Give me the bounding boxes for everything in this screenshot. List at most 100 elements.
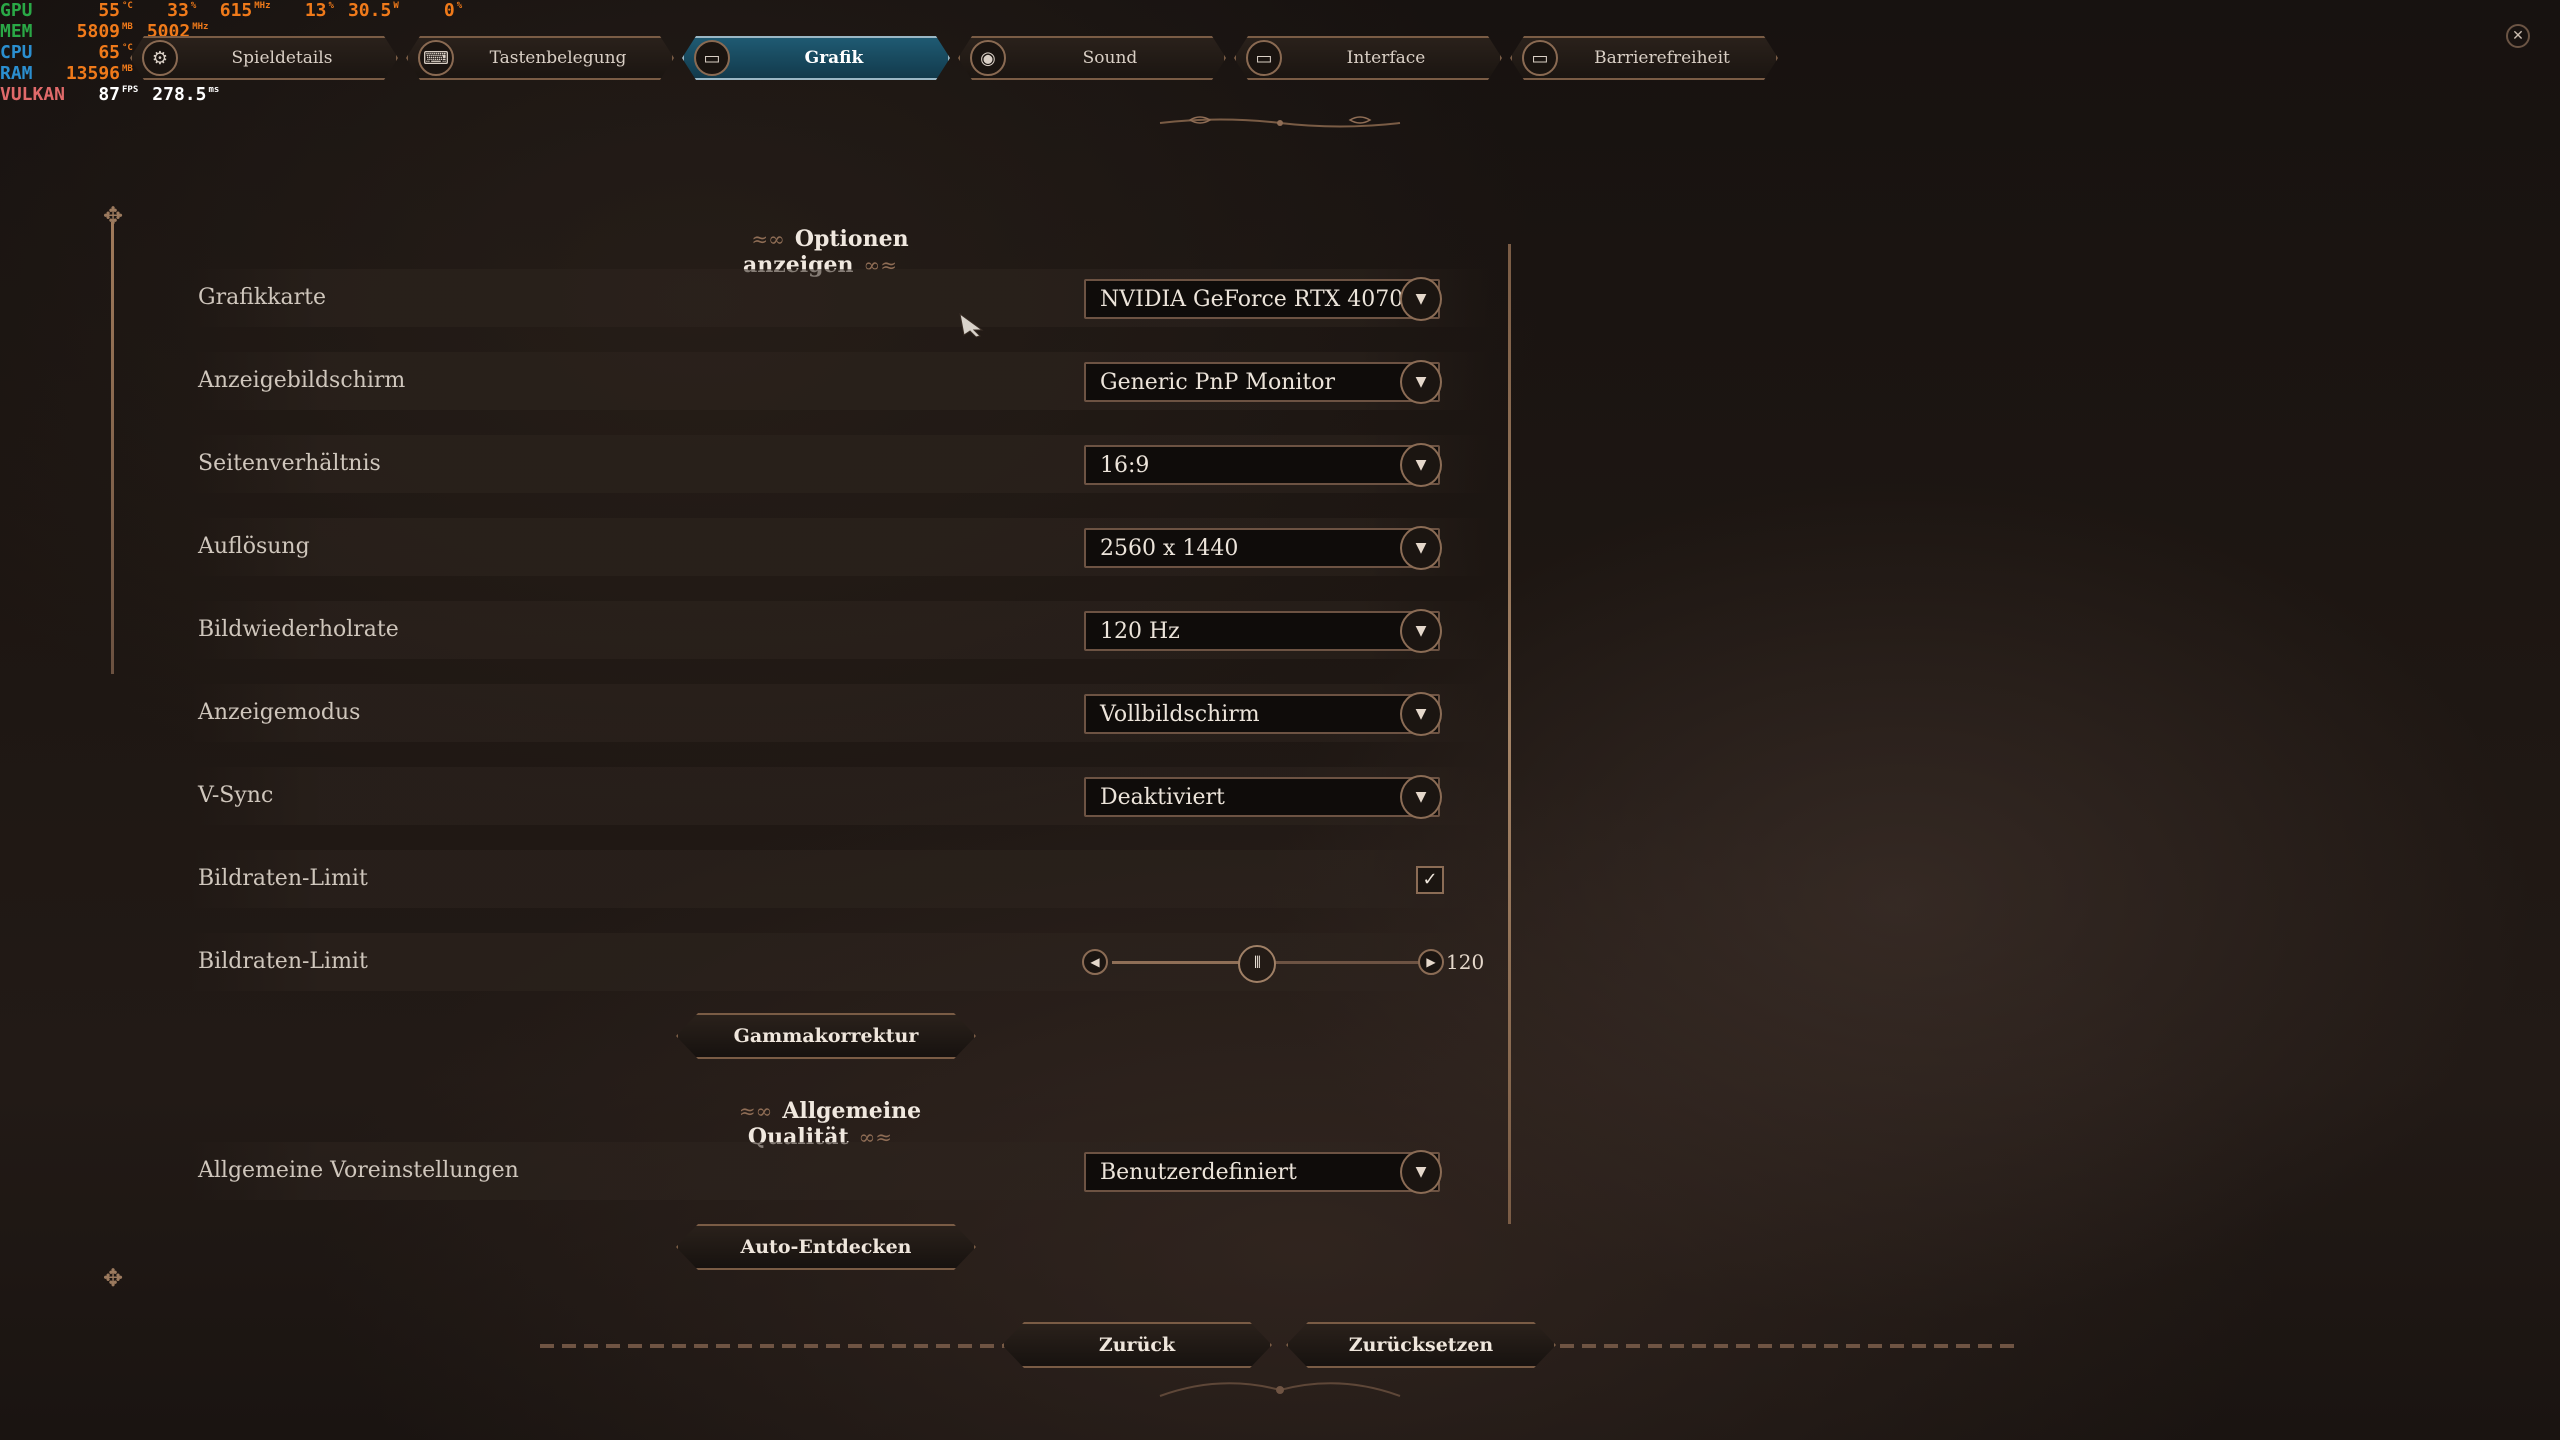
tab-label: Sound xyxy=(1082,48,1138,68)
overlay-unit: % xyxy=(456,1,463,11)
chevron-down-icon[interactable]: ▼ xyxy=(1400,277,1442,321)
slider-value: 120 xyxy=(1446,950,1485,974)
dropdown-value: Generic PnP Monitor xyxy=(1100,370,1335,395)
overlay-value: 0 xyxy=(443,0,455,21)
tab-sound[interactable]: ◉ Sound xyxy=(958,36,1226,80)
dropdown-value: 2560 x 1440 xyxy=(1100,536,1239,561)
overlay-label: GPU xyxy=(0,0,33,21)
setting-dropdown[interactable]: NVIDIA GeForce RTX 4070 Ti ▼ xyxy=(1084,277,1442,321)
setting-label: Grafikkarte xyxy=(198,285,327,310)
speaker-icon: ◉ xyxy=(970,40,1006,76)
scrollbar[interactable] xyxy=(111,222,114,674)
settings-tabs: ⚙ Spieldetails ⌨ Tastenbelegung ▭ Grafik ◉ Soun… xyxy=(130,36,1786,80)
overlay-value: 65 xyxy=(98,42,120,63)
chevron-down-icon[interactable]: ▼ xyxy=(1400,526,1442,570)
setting-label: Seitenverhältnis xyxy=(198,451,381,476)
chevron-down-icon[interactable]: ▼ xyxy=(1400,692,1442,736)
checkmark-icon: ✓ xyxy=(1422,869,1438,890)
setting-dropdown[interactable]: Vollbildschirm ▼ xyxy=(1084,692,1442,736)
overlay-label: CPU xyxy=(0,42,33,63)
top-ornament xyxy=(1159,116,1401,128)
bottom-ornament xyxy=(1159,1382,1401,1397)
tab-tastenbelegung[interactable]: ⌨ Tastenbelegung xyxy=(406,36,674,80)
chevron-down-icon[interactable]: ▼ xyxy=(1400,360,1442,404)
overlay-label: VULKAN xyxy=(0,84,66,105)
dropdown-value: Vollbildschirm xyxy=(1100,702,1260,727)
setting-row: Auflösung 2560 x 1440 ▼ xyxy=(190,506,1490,588)
setting-label: Anzeigemodus xyxy=(198,700,361,725)
overlay-unit: W xyxy=(393,1,399,11)
setting-dropdown[interactable]: Deaktiviert ▼ xyxy=(1084,775,1442,819)
close-icon: ✕ xyxy=(2512,28,2524,44)
panel-divider xyxy=(1508,244,1511,1224)
dropdown-value: 120 Hz xyxy=(1100,619,1180,644)
chevron-down-icon[interactable]: ▼ xyxy=(1400,775,1442,819)
setting-label: Bildraten-Limit xyxy=(198,866,368,891)
tab-label: Spieldetails xyxy=(231,48,333,68)
dropdown-value: NVIDIA GeForce RTX 4070 Ti xyxy=(1100,287,1432,312)
dropdown-value: Deaktiviert xyxy=(1100,785,1225,810)
tab-label: Grafik xyxy=(804,48,864,68)
monitor-icon: ▭ xyxy=(1246,40,1282,76)
overlay-value: 5809 xyxy=(76,21,120,42)
overlay-value: 30.5 xyxy=(347,0,392,21)
chevron-down-icon[interactable]: ▼ xyxy=(1400,443,1442,487)
overlay-label: MEM xyxy=(0,21,33,42)
setting-label: Allgemeine Voreinstellungen xyxy=(198,1158,519,1183)
dropdown-value: Benutzerdefiniert xyxy=(1100,1160,1297,1185)
overlay-value: 33 xyxy=(167,0,189,21)
keybindings-icon: ⌨ xyxy=(418,40,454,76)
slider-increase-icon[interactable]: ▶ xyxy=(1418,949,1444,975)
overlay-unit: ms xyxy=(208,85,220,95)
overlay-unit: MHz xyxy=(254,1,271,11)
setting-row: Anzeigemodus Vollbildschirm ▼ xyxy=(190,672,1490,754)
close-button[interactable]: ✕ xyxy=(2506,24,2530,48)
setting-row: Allgemeine Voreinstellungen Benutzerdefin… xyxy=(190,1130,1490,1212)
ornament-left-icon: ≈∞ xyxy=(738,1099,773,1123)
monitor-icon: ▭ xyxy=(1522,40,1558,76)
overlay-unit: % xyxy=(328,1,334,11)
mouse-cursor-icon xyxy=(959,312,984,338)
setting-row: V-Sync Deaktiviert ▼ xyxy=(190,755,1490,837)
bottom-deco-left xyxy=(540,1344,1010,1348)
setting-row: Anzeigebildschirm Generic PnP Monitor ▼ xyxy=(190,340,1490,422)
tab-label: Barrierefreiheit xyxy=(1594,48,1730,68)
setting-label: Anzeigebildschirm xyxy=(198,368,406,393)
overlay-value: 13596 xyxy=(65,63,120,84)
overlay-unit: °C xyxy=(122,1,133,11)
setting-row: Bildraten-Limit ◀ ⦀ ▶ 120 xyxy=(190,921,1490,1003)
overlay-unit: % xyxy=(190,1,197,11)
setting-dropdown[interactable]: 16:9 ▼ xyxy=(1084,443,1442,487)
tab-barrierefreiheit[interactable]: ▭ Barrierefreiheit xyxy=(1510,36,1778,80)
auto-detect-button[interactable]: Auto-Entdecken xyxy=(676,1224,976,1270)
setting-dropdown[interactable]: Generic PnP Monitor ▼ xyxy=(1084,360,1442,404)
scroll-bottom-ornament-icon: ✥ xyxy=(102,1264,124,1292)
setting-dropdown[interactable]: 2560 x 1440 ▼ xyxy=(1084,526,1442,570)
slider-decrease-icon[interactable]: ◀ xyxy=(1082,949,1108,975)
chevron-down-icon[interactable]: ▼ xyxy=(1400,609,1442,653)
setting-label: Bildwiederholrate xyxy=(198,617,399,642)
overlay-value: 87 xyxy=(98,84,120,105)
setting-dropdown[interactable]: Benutzerdefiniert ▼ xyxy=(1084,1150,1442,1194)
ornament-left-icon: ≈∞ xyxy=(751,227,785,251)
setting-label: Bildraten-Limit xyxy=(198,949,368,974)
overlay-label: RAM xyxy=(0,63,33,84)
setting-row: Bildraten-Limit ✓ xyxy=(190,838,1490,920)
bottom-deco-right xyxy=(1560,1344,2020,1348)
reset-button[interactable]: Zurücksetzen xyxy=(1286,1322,1556,1368)
slider-fill xyxy=(1112,961,1258,964)
frame-limit-checkbox[interactable]: ✓ xyxy=(1416,866,1444,894)
gamma-correction-button[interactable]: Gammakorrektur xyxy=(676,1013,976,1059)
tab-interface[interactable]: ▭ Interface xyxy=(1234,36,1502,80)
back-button[interactable]: Zurück xyxy=(1002,1322,1272,1368)
chevron-down-icon[interactable]: ▼ xyxy=(1400,1150,1442,1194)
setting-row: Bildwiederholrate 120 Hz ▼ xyxy=(190,589,1490,671)
tab-spieldetails[interactable]: ⚙ Spieldetails xyxy=(130,36,398,80)
setting-dropdown[interactable]: 120 Hz ▼ xyxy=(1084,609,1442,653)
setting-row: Seitenverhältnis 16:9 ▼ xyxy=(190,423,1490,505)
overlay-value: 615 xyxy=(219,0,253,21)
tab-label: Tastenbelegung xyxy=(489,48,627,68)
row-background xyxy=(190,850,1490,908)
tab-grafik[interactable]: ▭ Grafik xyxy=(682,36,950,80)
overlay-value: 55 xyxy=(98,0,120,21)
